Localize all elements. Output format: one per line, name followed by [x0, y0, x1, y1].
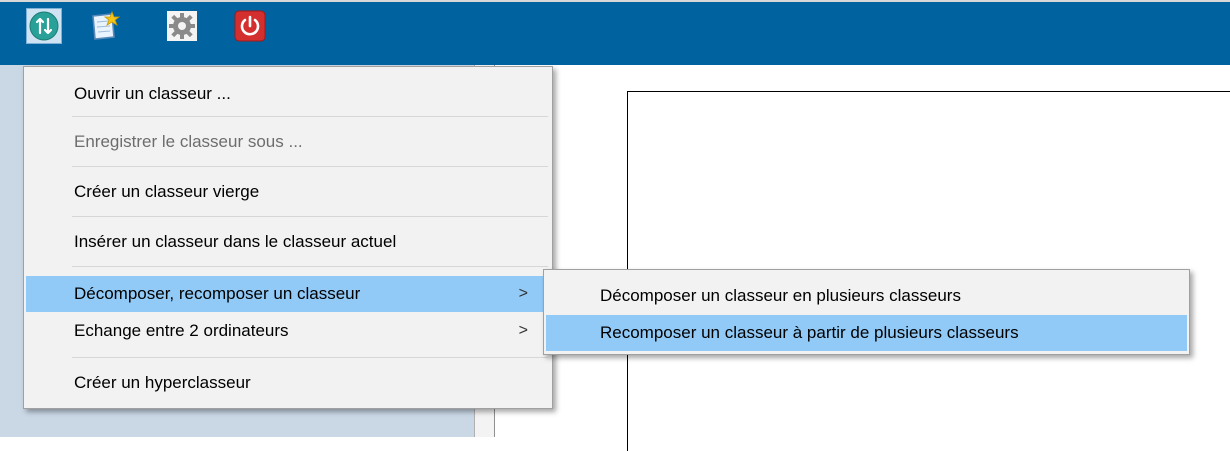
- menu-separator: [72, 216, 548, 217]
- submenu-arrow-icon: >: [518, 322, 528, 339]
- menu-item-hyper[interactable]: Créer un hyperclasseur: [26, 365, 550, 401]
- menu-item-label: Echange entre 2 ordinateurs: [74, 321, 289, 340]
- gear-icon: [167, 11, 197, 41]
- menu-item-label: Décomposer, recomposer un classeur: [74, 284, 361, 303]
- menu-separator: [72, 116, 548, 117]
- submenu-item-recompose[interactable]: Recomposer un classeur à partir de plusi…: [546, 315, 1187, 351]
- settings-button[interactable]: [164, 8, 200, 44]
- menu-item-label: Ouvrir un classeur ...: [74, 84, 231, 103]
- menu-separator: [72, 357, 548, 358]
- menu-separator: [72, 266, 548, 267]
- menu-item-open[interactable]: Ouvrir un classeur ...: [26, 76, 550, 112]
- submenu-item-decompose[interactable]: Décomposer un classeur en plusieurs clas…: [546, 278, 1187, 314]
- menu-item-save-as: Enregistrer le classeur sous ...: [26, 124, 550, 160]
- toolbar: [0, 2, 1230, 65]
- menu-item-new-blank[interactable]: Créer un classeur vierge: [26, 174, 550, 210]
- sync-arrows-icon: [29, 11, 59, 41]
- menu-item-label: Créer un classeur vierge: [74, 182, 260, 201]
- menu-item-label: Insérer un classeur dans le classeur act…: [74, 232, 397, 251]
- menu-item-decompose[interactable]: Décomposer, recomposer un classeur >: [26, 276, 550, 312]
- power-icon: [234, 10, 266, 42]
- menu-separator: [72, 166, 548, 167]
- new-notebook-star-icon: [92, 10, 120, 40]
- menu-item-insert[interactable]: Insérer un classeur dans le classeur act…: [26, 224, 550, 260]
- decompose-submenu: Décomposer un classeur en plusieurs clas…: [543, 269, 1190, 355]
- new-notebook-button[interactable]: [86, 8, 122, 44]
- submenu-arrow-icon: >: [518, 285, 528, 302]
- file-menu: Ouvrir un classeur ... Enregistrer le cl…: [23, 66, 553, 409]
- power-button[interactable]: [232, 8, 268, 44]
- sync-button[interactable]: [26, 8, 62, 44]
- menu-item-exchange[interactable]: Echange entre 2 ordinateurs >: [26, 313, 550, 349]
- menu-item-label: Enregistrer le classeur sous ...: [74, 132, 303, 151]
- menu-item-label: Créer un hyperclasseur: [74, 373, 251, 392]
- menu-item-label: Décomposer un classeur en plusieurs clas…: [600, 286, 961, 305]
- menu-item-label: Recomposer un classeur à partir de plusi…: [600, 323, 1019, 342]
